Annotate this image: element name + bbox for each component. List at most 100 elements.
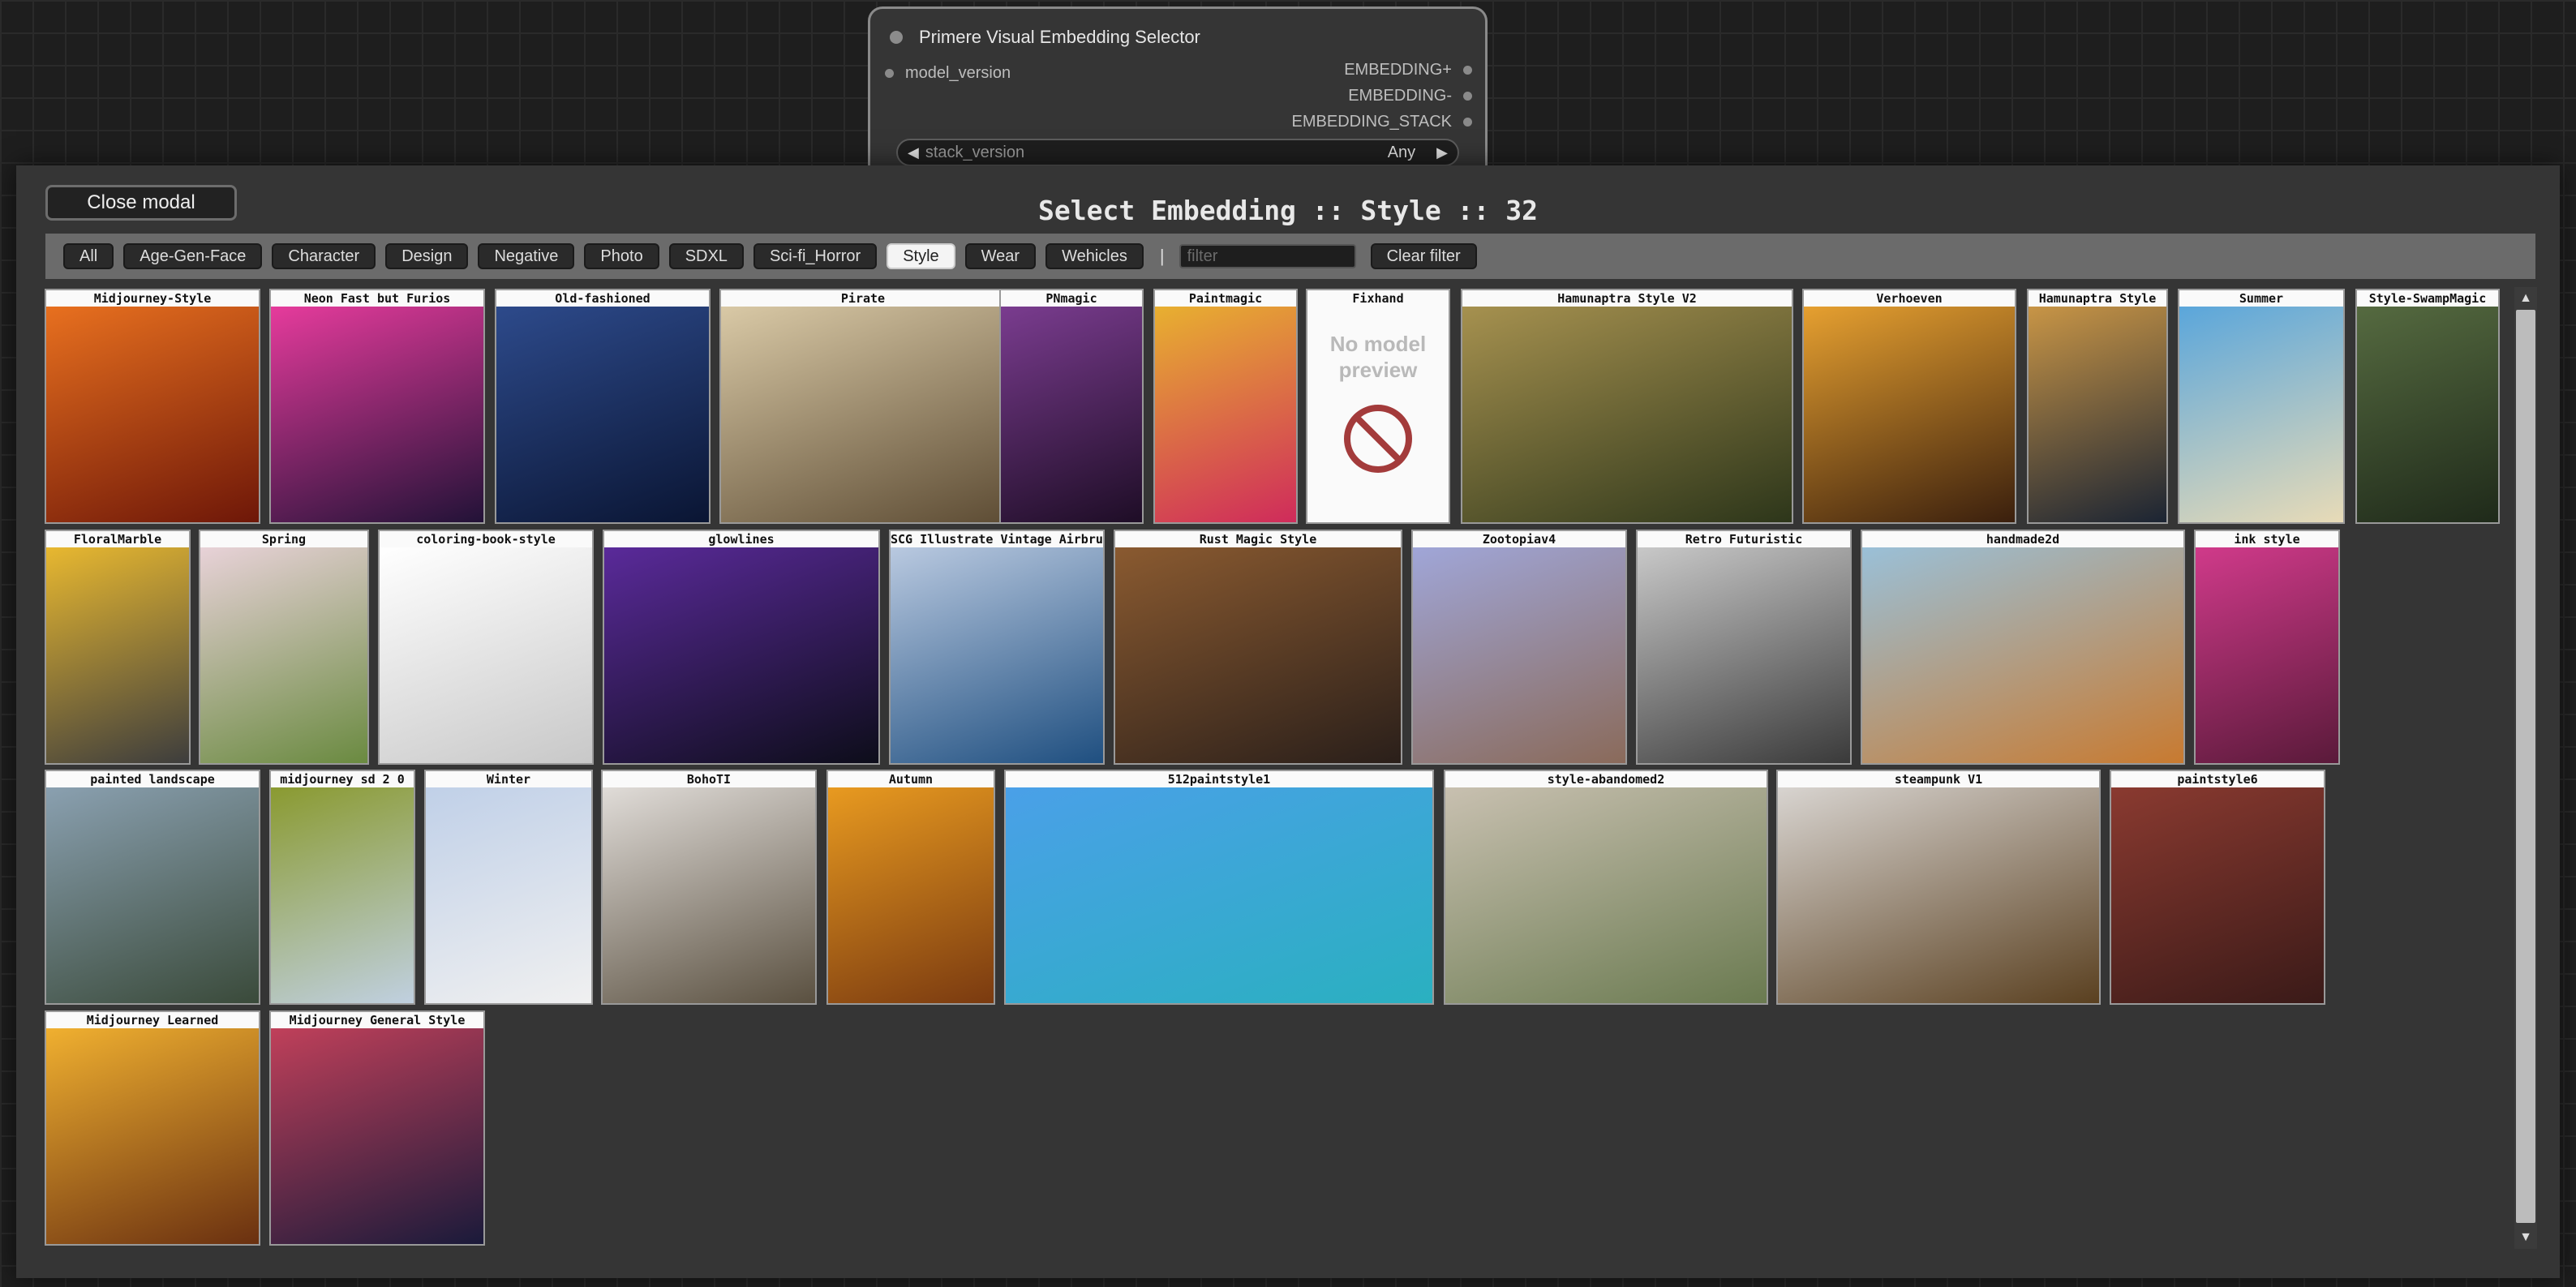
filter-input[interactable]	[1179, 244, 1356, 268]
modal-title: Select Embedding :: Style :: 32	[1038, 195, 1538, 226]
scroll-up-icon[interactable]: ▲	[2514, 287, 2537, 310]
embedding-card-name: Rust Magic Style	[1199, 532, 1317, 547]
scrollbar-thumb[interactable]	[2516, 310, 2535, 1223]
embedding-card[interactable]: style-abandomed2	[1444, 770, 1768, 1005]
widget-label: stack_version	[925, 143, 1025, 161]
embedding-card-name: style-abandomed2	[1547, 772, 1665, 787]
embedding-card[interactable]: Pirate	[719, 289, 1007, 524]
embedding-card[interactable]: Midjourney General Style	[269, 1010, 485, 1246]
embedding-card[interactable]: coloring-book-style	[378, 530, 594, 765]
embedding-preview-image	[603, 787, 815, 1003]
embedding-preview-image	[1006, 787, 1432, 1003]
output-slot-icon[interactable]	[1463, 66, 1472, 75]
embedding-card[interactable]: painted landscape	[45, 770, 260, 1005]
embedding-card-name: Neon Fast but Furios	[303, 291, 451, 306]
embedding-card[interactable]: Retro Futuristic	[1636, 530, 1852, 765]
no-preview-text: No model	[1329, 332, 1427, 356]
embedding-card[interactable]: Style-SwampMagic	[2355, 289, 2500, 524]
arrow-left-icon[interactable]: ◀	[908, 144, 919, 161]
no-preview-placeholder: No model preview	[1307, 307, 1449, 522]
arrow-right-icon[interactable]: ▶	[1436, 144, 1448, 161]
embedding-preview-image	[828, 787, 994, 1003]
no-preview-text: preview	[1338, 358, 1418, 382]
embedding-card[interactable]: Hamunaptra Style	[2027, 289, 2168, 524]
scrollbar[interactable]: ▲ ▼	[2514, 287, 2537, 1249]
filter-wehicles-button[interactable]: Wehicles	[1045, 243, 1144, 269]
embedding-card[interactable]: Rust Magic Style	[1114, 530, 1402, 765]
embedding-preview-image	[1462, 307, 1792, 522]
filter-sdxl-button[interactable]: SDXL	[668, 243, 744, 269]
embedding-card[interactable]: Verhoeven	[1802, 289, 2016, 524]
embedding-card-name: Hamunaptra Style V2	[1557, 291, 1697, 306]
embedding-preview-image	[1445, 787, 1767, 1003]
input-label: model_version	[905, 64, 1011, 82]
output-label: EMBEDDING+	[1344, 61, 1452, 79]
collapse-dot-icon[interactable]	[890, 31, 903, 44]
embedding-card[interactable]: Spring	[199, 530, 369, 765]
filter-character-button[interactable]: Character	[272, 243, 376, 269]
embedding-card[interactable]: Fixhand No model preview	[1306, 289, 1450, 524]
embedding-card[interactable]: Midjourney-Style	[45, 289, 260, 524]
filter-style-button[interactable]: Style	[887, 243, 955, 269]
embedding-preview-image	[2196, 547, 2338, 763]
embedding-card[interactable]: Paintmagic	[1153, 289, 1298, 524]
embedding-card[interactable]: SCG Illustrate Vintage Airbrush	[889, 530, 1105, 765]
embedding-card[interactable]: Hamunaptra Style V2	[1461, 289, 1793, 524]
filter-age-gen-face-button[interactable]: Age-Gen-Face	[123, 243, 263, 269]
embedding-card[interactable]: steampunk V1	[1776, 770, 2101, 1005]
embedding-card[interactable]: Neon Fast but Furios	[269, 289, 485, 524]
clear-filter-button[interactable]: Clear filter	[1370, 243, 1477, 269]
output-label: EMBEDDING_STACK	[1291, 113, 1452, 131]
embedding-preview-image	[426, 787, 591, 1003]
input-slot-icon[interactable]	[885, 69, 894, 78]
embedding-card[interactable]: paintstyle6	[2110, 770, 2325, 1005]
output-slot-icon[interactable]	[1463, 118, 1472, 127]
output-embedding-minus[interactable]: EMBEDDING-	[1348, 87, 1472, 105]
embedding-card-name: 512paintstyle1	[1167, 772, 1271, 787]
embedding-preview-image	[380, 547, 592, 763]
embedding-card[interactable]: BohoTI	[601, 770, 817, 1005]
embedding-card-name: Retro Futuristic	[1685, 532, 1803, 547]
embedding-preview-image	[721, 307, 1005, 522]
filter-wear-button[interactable]: Wear	[964, 243, 1037, 269]
embedding-preview-image	[1862, 547, 2183, 763]
embedding-card[interactable]: handmade2d	[1861, 530, 2185, 765]
filter-design-button[interactable]: Design	[385, 243, 469, 269]
embedding-preview-image	[1804, 307, 2015, 522]
scroll-down-icon[interactable]: ▼	[2514, 1226, 2537, 1249]
output-embedding-stack[interactable]: EMBEDDING_STACK	[1292, 113, 1472, 131]
embedding-card[interactable]: Midjourney Learned	[45, 1010, 260, 1246]
widget-value: Any	[1387, 143, 1416, 161]
filter-negative-button[interactable]: Negative	[478, 243, 575, 269]
embedding-card[interactable]: midjourney sd 2 0	[269, 770, 415, 1005]
embedding-card[interactable]: Summer	[2178, 289, 2345, 524]
embedding-card[interactable]: glowlines	[603, 530, 880, 765]
filter-all-button[interactable]: All	[63, 243, 114, 269]
embedding-preview-image	[1778, 787, 2099, 1003]
input-model-version[interactable]: model_version	[885, 64, 1011, 83]
embedding-preview-image	[200, 547, 367, 763]
embedding-preview-image	[46, 307, 259, 522]
embedding-card[interactable]: Winter	[424, 770, 593, 1005]
embedding-card-name: FloralMarble	[73, 532, 162, 547]
no-entry-icon	[1344, 405, 1412, 473]
embedding-preview-image	[46, 1028, 259, 1244]
embedding-card[interactable]: Zootopiav4	[1411, 530, 1627, 765]
stack-version-widget[interactable]: ◀ stack_version Any ▶	[896, 139, 1459, 166]
embedding-card[interactable]: ink style	[2194, 530, 2340, 765]
embedding-card[interactable]: Autumn	[826, 770, 995, 1005]
filter-photo-button[interactable]: Photo	[584, 243, 659, 269]
embedding-preview-image	[1115, 547, 1401, 763]
filter-scifi-horror-button[interactable]: Sci-fi_Horror	[753, 243, 878, 269]
embedding-card[interactable]: PNmagic	[999, 289, 1144, 524]
output-label: EMBEDDING-	[1348, 87, 1452, 105]
output-slot-icon[interactable]	[1463, 92, 1472, 101]
embedding-card-name: Summer	[2239, 291, 2284, 306]
embedding-card[interactable]: FloralMarble	[45, 530, 191, 765]
embedding-card[interactable]: 512paintstyle1	[1004, 770, 1434, 1005]
embedding-card-name: Style-SwampMagic	[2368, 291, 2487, 306]
embedding-card-name: Zootopiav4	[1482, 532, 1556, 547]
node-title-text: Primere Visual Embedding Selector	[919, 27, 1200, 47]
output-embedding-plus[interactable]: EMBEDDING+	[1344, 61, 1472, 79]
embedding-card[interactable]: Old-fashioned	[495, 289, 711, 524]
